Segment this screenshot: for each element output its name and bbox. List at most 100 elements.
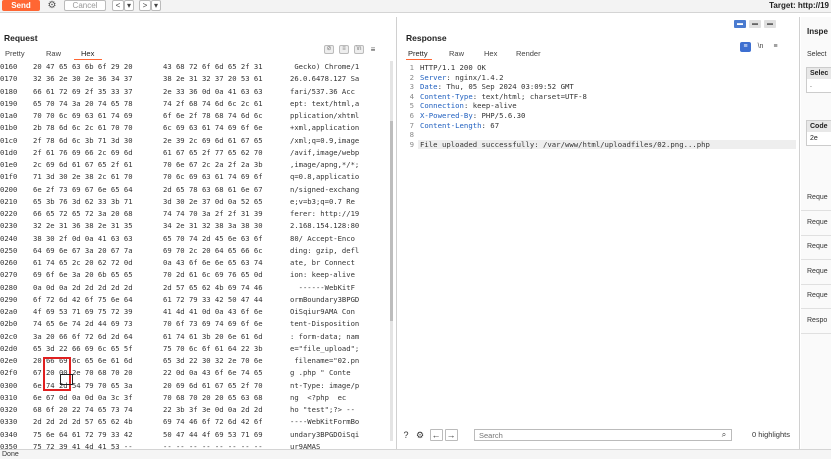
inspector-section[interactable]: Respo bbox=[801, 310, 831, 334]
hex-offset: 01c0 bbox=[0, 135, 18, 145]
pretty-print-icon[interactable]: ≡ bbox=[740, 42, 751, 52]
back-menu-button[interactable]: ▾ bbox=[124, 0, 134, 11]
gear-icon[interactable]: ⚙ bbox=[45, 0, 59, 11]
response-line: 2 Server: nginx/1.4.2 bbox=[398, 73, 798, 82]
layout-vertical-icon[interactable]: ▬ bbox=[764, 20, 776, 28]
hex-bytes-left: 74 65 6e 74 2d 44 69 73 bbox=[33, 319, 133, 329]
hex-bytes-left: 75 6e 64 61 72 79 33 42 bbox=[33, 429, 133, 439]
cancel-button[interactable]: Cancel bbox=[64, 0, 106, 11]
hex-row[interactable]: 0280 0a 0d 0a 2d 2d 2d 2d 2d 2d 57 65 62 4… bbox=[0, 282, 397, 294]
line-text: Date: Thu, 05 Sep 2024 03:09:52 GMT bbox=[420, 82, 574, 91]
list-icon[interactable]: ≡ bbox=[339, 45, 349, 54]
selection-box[interactable]: Selec . bbox=[806, 67, 831, 93]
inspector-section[interactable]: Reque bbox=[801, 236, 831, 260]
inspector-section[interactable]: Reque bbox=[801, 187, 831, 211]
tab-raw[interactable]: Raw bbox=[46, 49, 61, 58]
hex-row[interactable]: 02b0 74 65 6e 74 2d 44 69 73 70 6f 73 69 7… bbox=[0, 318, 397, 330]
hex-row[interactable]: 02a0 4f 69 53 71 69 75 72 39 41 4d 41 0d 0… bbox=[0, 306, 397, 318]
hex-row[interactable]: 01e0 2c 69 6d 61 67 65 2f 61 70 6e 67 2c 2… bbox=[0, 159, 397, 171]
hex-row[interactable]: 0250 64 69 6e 67 3a 20 67 7a 69 70 2c 20 6… bbox=[0, 245, 397, 257]
help-icon[interactable]: ? bbox=[400, 429, 412, 441]
layout-split-icon[interactable]: ▬ bbox=[734, 20, 746, 28]
hex-ascii: OiSqiur9AMA Con bbox=[290, 307, 355, 316]
tab-hex[interactable]: Hex bbox=[81, 49, 94, 58]
line-number: 1 bbox=[409, 63, 414, 72]
hex-row[interactable]: 0340 75 6e 64 61 72 79 33 42 50 47 44 4f 6… bbox=[0, 429, 397, 441]
inspector-section[interactable]: Reque bbox=[801, 285, 831, 309]
send-button[interactable]: Send bbox=[2, 0, 40, 11]
inspector-section-label: Respo bbox=[807, 316, 828, 324]
tab-hex[interactable]: Hex bbox=[484, 49, 497, 58]
hex-offset: 02b0 bbox=[0, 319, 18, 329]
hex-bytes-left: 66 61 72 69 2f 35 33 37 bbox=[33, 86, 133, 96]
hex-bytes-right: 65 3d 22 30 32 2e 70 6e bbox=[163, 356, 263, 365]
line-text: HTTP/1.1 200 OK bbox=[420, 63, 486, 72]
hex-row[interactable]: 0220 66 65 72 65 72 3a 20 68 74 74 70 3a 2… bbox=[0, 208, 397, 220]
inspector-section[interactable]: Reque bbox=[801, 212, 831, 236]
hex-row[interactable]: 0240 38 30 2f 0d 0a 41 63 63 65 70 74 2d 4… bbox=[0, 233, 397, 245]
inspector-section-label: Reque bbox=[807, 218, 828, 226]
hex-row[interactable]: 02d0 65 3d 22 66 69 6c 65 5f 75 70 6c 6f 6… bbox=[0, 343, 397, 355]
tab-pretty[interactable]: Pretty bbox=[408, 49, 428, 58]
hex-offset: 0270 bbox=[0, 270, 18, 280]
ln-toggle[interactable]: \n bbox=[755, 42, 766, 52]
hex-row[interactable]: 0160 20 47 65 63 6b 6f 29 20 43 68 72 6f 6… bbox=[0, 61, 397, 73]
line-number: 6 bbox=[409, 111, 414, 120]
hex-row[interactable]: 01a0 70 70 6c 69 63 61 74 69 6f 6e 2f 78 6… bbox=[0, 110, 397, 122]
hex-ascii: e="file_upload"; bbox=[290, 343, 360, 353]
hex-row[interactable]: 0310 6e 67 0d 0a 0d 0a 3c 3f 70 68 70 20 2… bbox=[0, 392, 397, 404]
hex-row[interactable]: 0200 6e 2f 73 69 67 6e 65 64 2d 65 78 63 6… bbox=[0, 184, 397, 196]
hex-row[interactable]: 0290 6f 72 6d 42 6f 75 6e 64 61 72 79 33 4… bbox=[0, 294, 397, 306]
header-value: : 67 bbox=[481, 120, 500, 130]
hex-offset: 0230 bbox=[0, 221, 18, 231]
hex-bytes-left: 2f 78 6d 6c 3b 71 3d 30 bbox=[33, 135, 133, 145]
hex-row[interactable]: 0260 61 74 65 2c 20 62 72 0d 0a 43 6f 6e 6… bbox=[0, 257, 397, 269]
hex-row[interactable]: 01b0 2b 78 6d 6c 2c 61 70 70 6c 69 63 61 7… bbox=[0, 122, 397, 134]
hide-icon[interactable]: ⊘ bbox=[324, 45, 334, 54]
forward-menu-button[interactable]: ▾ bbox=[151, 0, 161, 11]
forward-button[interactable]: > bbox=[139, 0, 151, 11]
hex-row[interactable]: 01f0 71 3d 30 2e 38 2c 61 70 70 6c 69 63 6… bbox=[0, 171, 397, 183]
back-button[interactable]: < bbox=[112, 0, 124, 11]
hex-bytes-left: 2c 69 6d 61 67 65 2f 61 bbox=[33, 160, 133, 169]
hex-row[interactable]: 0330 2d 2d 2d 2d 57 65 62 4b 69 74 46 6f 7… bbox=[0, 416, 397, 428]
scroll-thumb[interactable] bbox=[390, 121, 393, 321]
hex-row[interactable]: 0180 66 61 72 69 2f 35 33 37 2e 33 36 0d 0… bbox=[0, 86, 397, 98]
search-input[interactable] bbox=[474, 429, 732, 441]
request-scrollbar[interactable] bbox=[390, 61, 393, 441]
hex-editor[interactable]: 0160 20 47 65 63 6b 6f 29 20 43 68 72 6f 6… bbox=[0, 61, 397, 459]
hex-row[interactable]: 01c0 2f 78 6d 6c 3b 71 3d 30 2e 39 2c 69 6… bbox=[0, 135, 397, 147]
hex-row[interactable]: 0270 69 6f 6e 3a 20 6b 65 65 70 2d 61 6c 6… bbox=[0, 269, 397, 281]
tab-render[interactable]: Render bbox=[516, 49, 541, 58]
menu-icon[interactable]: ≡ bbox=[770, 42, 781, 52]
hex-bytes-left: 65 3d 22 66 69 6c 65 5f bbox=[33, 343, 133, 353]
code-box[interactable]: Code 2e bbox=[806, 120, 831, 146]
hex-ascii: : form-data; nam bbox=[290, 331, 360, 341]
hex-bytes-left: 0a 0d 0a 2d 2d 2d 2d 2d bbox=[33, 282, 133, 292]
hex-row[interactable]: 0190 65 70 74 3a 20 74 65 78 74 2f 68 74 6… bbox=[0, 98, 397, 110]
hex-row[interactable]: 0320 68 6f 20 22 74 65 73 74 22 3b 3f 3e 0… bbox=[0, 404, 397, 416]
hex-row[interactable]: 01d0 2f 61 76 69 66 2c 69 6d 61 67 65 2f 7… bbox=[0, 147, 397, 159]
settings-icon[interactable]: ⚙ bbox=[414, 429, 426, 441]
hex-row[interactable]: 0170 32 36 2e 30 2e 36 34 37 38 2e 31 32 3… bbox=[0, 73, 397, 85]
tab-pretty[interactable]: Pretty bbox=[5, 49, 25, 58]
ln-icon[interactable]: \n bbox=[354, 45, 364, 54]
hex-row[interactable]: 0210 65 3b 76 3d 62 33 3b 71 3d 30 2e 37 0… bbox=[0, 196, 397, 208]
hex-row[interactable]: 02c0 3a 20 66 6f 72 6d 2d 64 61 74 61 3b 2… bbox=[0, 331, 397, 343]
tab-raw[interactable]: Raw bbox=[449, 49, 464, 58]
target-label[interactable]: Target: http://19 bbox=[769, 0, 829, 11]
response-line: 8 bbox=[398, 130, 798, 139]
inspector-section[interactable]: Reque bbox=[801, 261, 831, 285]
menu-icon[interactable]: ≡ bbox=[369, 45, 377, 54]
selected-cell bbox=[60, 374, 73, 385]
request-toolbar: ⊘ ≡ \n ≡ bbox=[324, 45, 377, 55]
header-value: : keep-alive bbox=[463, 101, 517, 111]
hex-bytes-right: 70 2d 61 6c 69 76 65 0d bbox=[163, 270, 263, 280]
search-icon[interactable]: ⌕ bbox=[718, 429, 730, 441]
line-number: 7 bbox=[409, 120, 414, 130]
hex-bytes-right: 70 68 70 20 20 65 63 68 bbox=[163, 392, 263, 402]
layout-horizontal-icon[interactable]: ▬ bbox=[749, 20, 761, 28]
hex-row[interactable]: 0230 32 2e 31 36 38 2e 31 35 34 2e 31 32 3… bbox=[0, 220, 397, 232]
hex-offset: 0220 bbox=[0, 209, 18, 218]
header-value: : PHP/5.6.30 bbox=[472, 111, 526, 120]
